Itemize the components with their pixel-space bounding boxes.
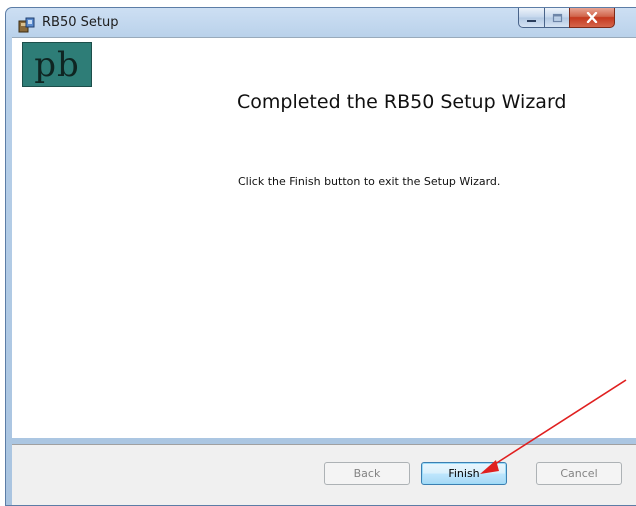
installer-icon bbox=[18, 16, 35, 33]
company-logo: pb bbox=[22, 42, 92, 87]
setup-window: RB50 Setup pb Completed the RB50 Setup W… bbox=[5, 7, 636, 506]
close-button[interactable] bbox=[569, 8, 615, 28]
wizard-heading: Completed the RB50 Setup Wizard bbox=[237, 91, 567, 113]
wizard-content: pb Completed the RB50 Setup Wizard Click… bbox=[12, 37, 636, 438]
logo-text: pb bbox=[34, 44, 80, 85]
cancel-button[interactable]: Cancel bbox=[536, 462, 622, 485]
wizard-message: Click the Finish button to exit the Setu… bbox=[238, 175, 501, 188]
minimize-icon bbox=[526, 8, 537, 27]
maximize-button[interactable] bbox=[544, 8, 570, 28]
window-title: RB50 Setup bbox=[42, 15, 119, 30]
button-bar: Back Finish Cancel bbox=[12, 445, 636, 505]
title-bar[interactable]: RB50 Setup bbox=[6, 8, 636, 37]
minimize-button[interactable] bbox=[518, 8, 545, 28]
close-icon bbox=[586, 8, 598, 27]
back-button[interactable]: Back bbox=[324, 462, 410, 485]
finish-button[interactable]: Finish bbox=[421, 462, 507, 485]
maximize-icon bbox=[552, 8, 563, 27]
